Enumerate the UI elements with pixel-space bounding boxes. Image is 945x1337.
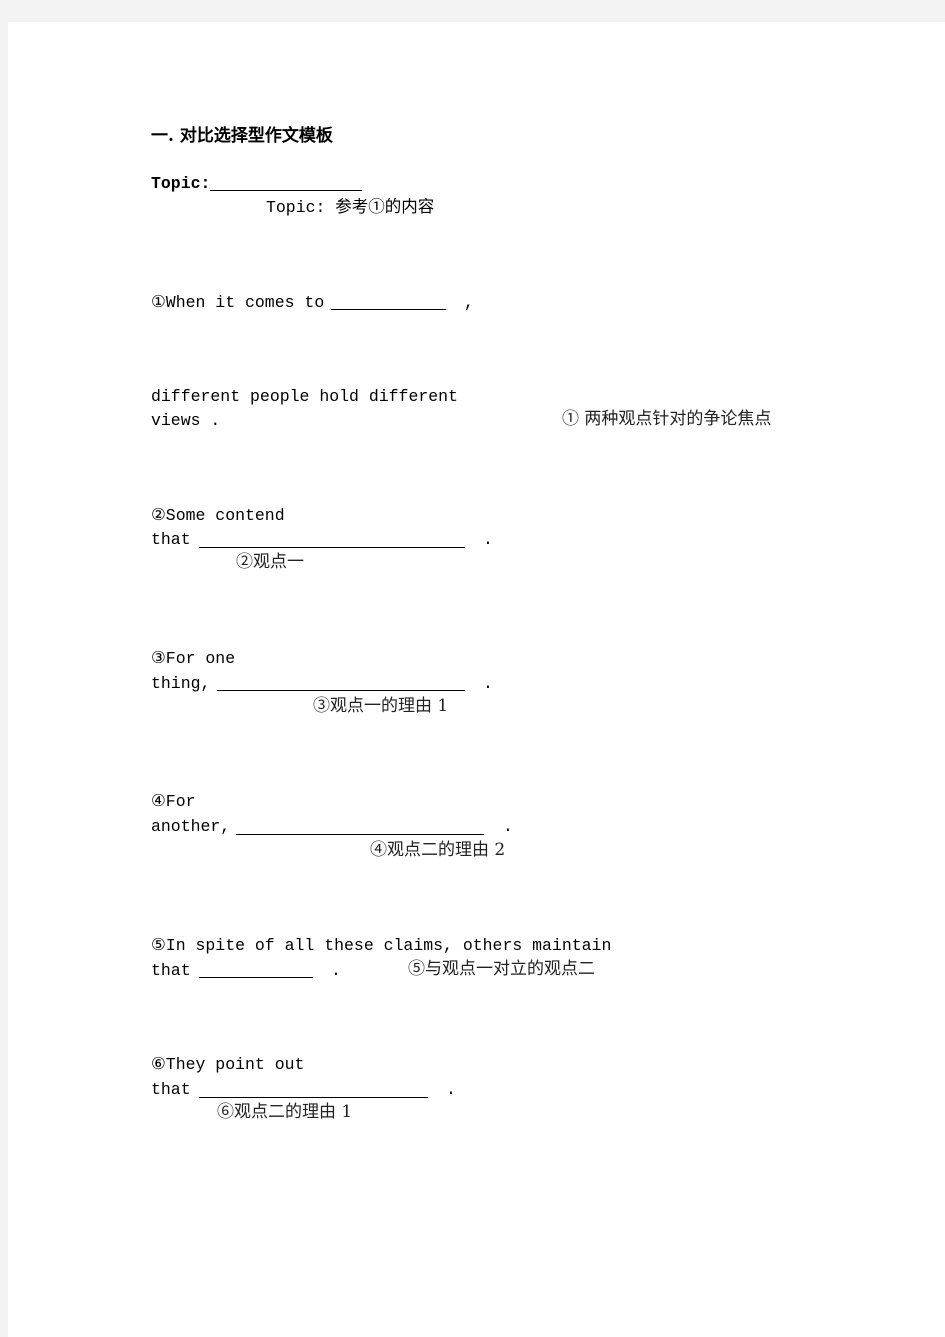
- viewpoint-two-blank[interactable]: [199, 977, 313, 978]
- another-text: another,: [151, 817, 231, 836]
- topic-hint: Topic: 参考①的内容: [266, 198, 435, 217]
- that-text-1: that: [151, 530, 191, 549]
- period-text-2: .: [483, 674, 493, 693]
- that-text-3: that: [151, 1080, 191, 1099]
- viewpoint-two-reason-hint: ⑥观点二的理由 1: [217, 1102, 353, 1122]
- reason-one-blank[interactable]: [217, 690, 465, 691]
- topic-blank[interactable]: [210, 190, 362, 191]
- focus-hint: ① 两种观点针对的争论焦点: [562, 409, 772, 429]
- they-point-out-text: ⑥They point out: [151, 1055, 305, 1074]
- some-contend-text: ②Some contend: [151, 506, 285, 525]
- period-text-4: .: [331, 961, 341, 980]
- reason-two-blank[interactable]: [236, 834, 484, 835]
- different-people-text: different people hold different: [151, 387, 458, 406]
- viewpoint-one-hint: ②观点一: [236, 552, 304, 572]
- comma-text: ,: [464, 293, 474, 312]
- viewpoint-two-reason-blank[interactable]: [199, 1097, 428, 1098]
- viewpoint-two-hint: ⑤与观点一对立的观点二: [408, 959, 595, 979]
- document-page: [8, 22, 945, 1337]
- that-text-2: that: [151, 961, 191, 980]
- topic-label: Topic:: [151, 174, 211, 193]
- thing-text: thing,: [151, 674, 211, 693]
- views-text: views .: [151, 411, 221, 430]
- document-heading: 一. 对比选择型作文模板: [151, 126, 333, 146]
- period-text-5: .: [446, 1080, 456, 1099]
- reason-one-hint: ③观点一的理由 1: [313, 696, 449, 716]
- viewpoint-one-blank[interactable]: [199, 547, 465, 548]
- period-text-3: .: [503, 817, 513, 836]
- period-text-1: .: [483, 530, 493, 549]
- reason-two-hint: ④观点二的理由 2: [370, 840, 506, 860]
- for-one-text: ③For one: [151, 649, 236, 668]
- when-it-comes-to-text: ①When it comes to: [151, 293, 325, 312]
- focus-blank[interactable]: [331, 309, 446, 310]
- for-text: ④For: [151, 792, 196, 811]
- in-spite-text: ⑤In spite of all these claims, others ma…: [151, 936, 612, 955]
